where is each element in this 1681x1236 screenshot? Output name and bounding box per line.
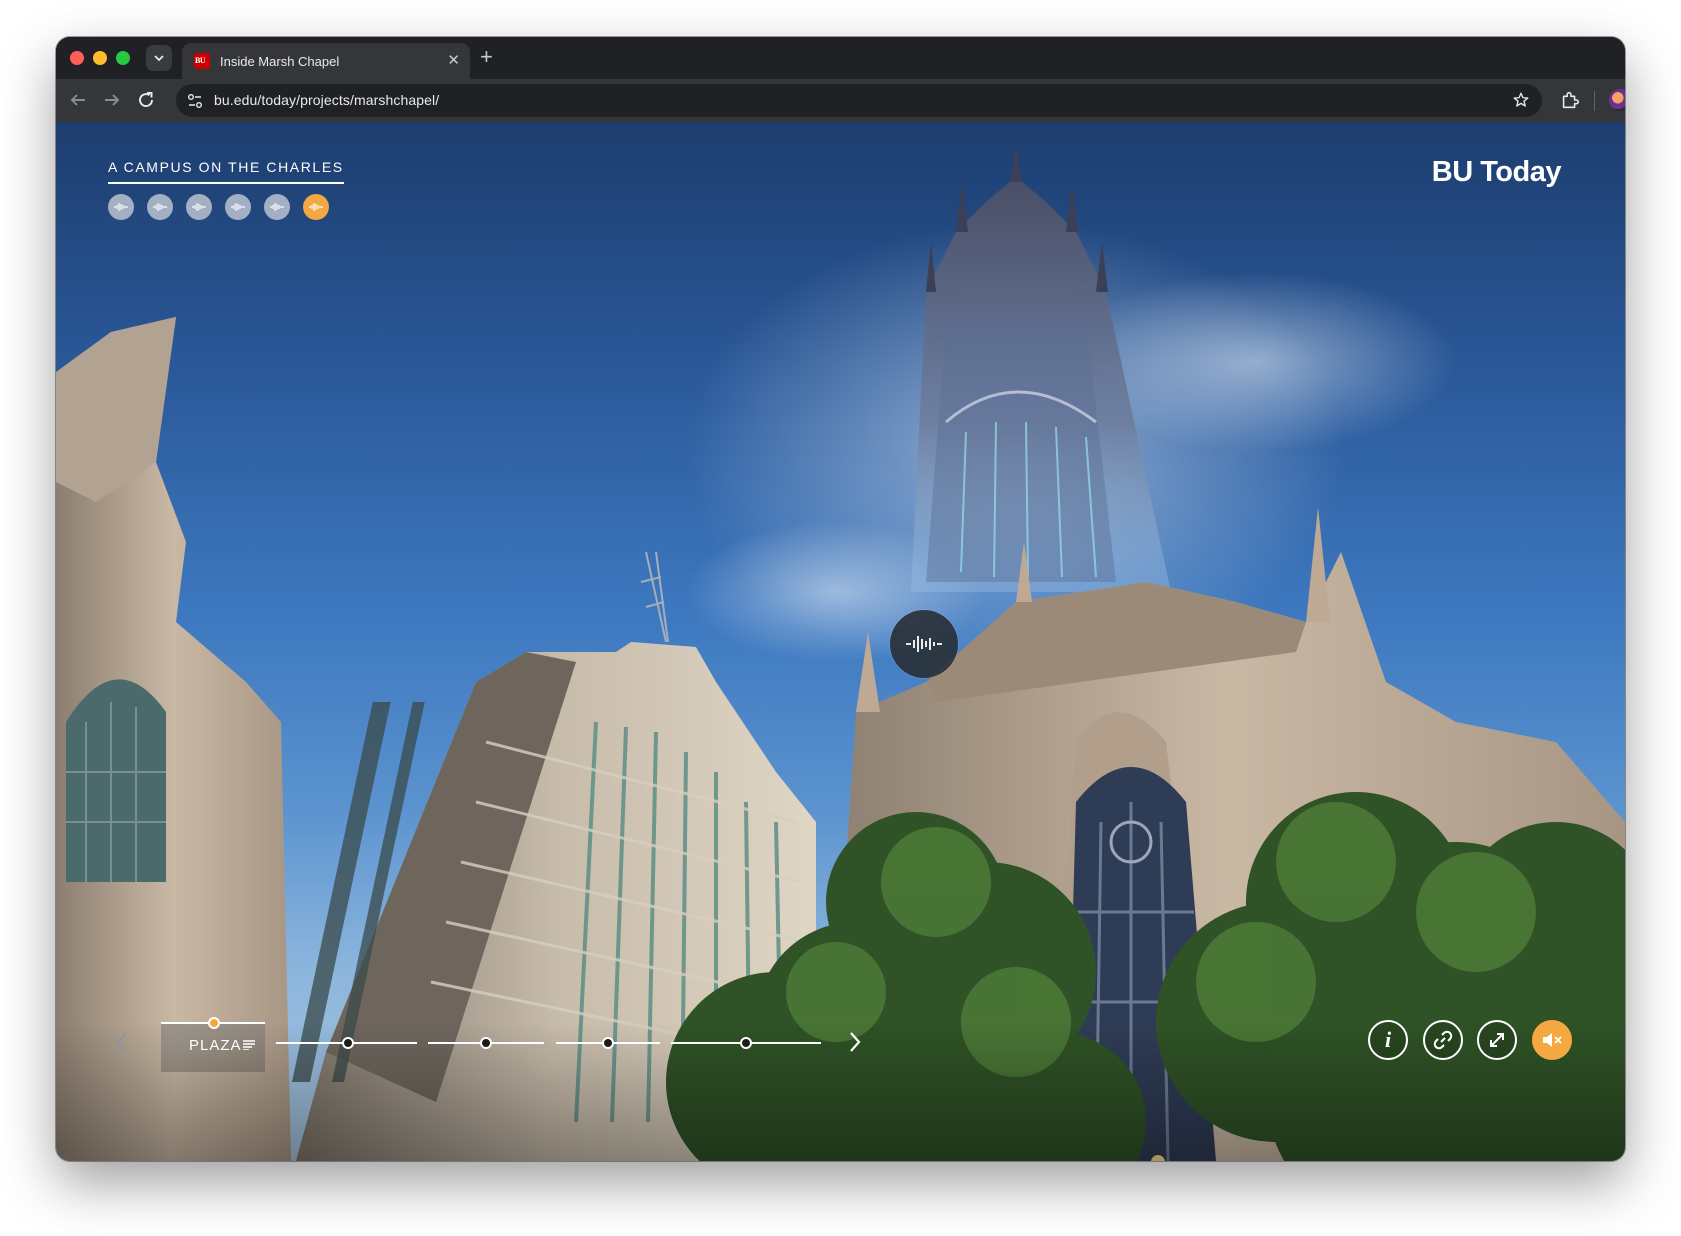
tab-active[interactable]: BU Inside Marsh Chapel ✕ [182, 43, 470, 79]
url-text: bu.edu/today/projects/marshchapel/ [214, 92, 439, 108]
audio-point-4[interactable] [225, 194, 251, 220]
audio-hotspot-button[interactable] [890, 610, 958, 678]
bu-today-logo[interactable]: BU Today [1432, 156, 1562, 189]
audio-wave-icon [192, 203, 206, 211]
fullscreen-button[interactable] [1477, 1020, 1517, 1060]
chevron-left-icon[interactable] [114, 1030, 130, 1054]
audio-wave-icon [114, 203, 128, 211]
back-icon[interactable] [66, 88, 90, 112]
plus-icon[interactable]: + [480, 46, 493, 68]
chevron-down-icon [154, 55, 164, 62]
audio-wave-icon [153, 203, 167, 211]
chapter-node-3[interactable] [602, 1037, 614, 1049]
chapter-marker [208, 1017, 220, 1029]
mute-icon [1543, 1033, 1562, 1047]
tab-title: Inside Marsh Chapel [220, 54, 340, 69]
url-host: bu.edu [214, 92, 258, 108]
marsh-chapel-panorama [56, 142, 1625, 1161]
link-icon [1433, 1030, 1453, 1050]
close-window-button[interactable] [70, 51, 84, 65]
section-eyebrow: A CAMPUS ON THE CHARLES [108, 159, 344, 184]
browser-window: BU Inside Marsh Chapel ✕ + bu.edu/today/… [56, 37, 1625, 1161]
minimize-window-button[interactable] [93, 51, 107, 65]
url-path: /today/projects/marshchapel/ [257, 92, 440, 108]
audio-wave-icon [906, 636, 942, 652]
close-icon[interactable]: ✕ [447, 52, 460, 70]
toolbar: bu.edu/today/projects/marshchapel/ [56, 79, 1625, 122]
audio-wave-icon [309, 203, 323, 211]
forward-icon[interactable] [100, 88, 124, 112]
audio-wave-icon [270, 203, 284, 211]
audio-points [108, 194, 329, 220]
tab-strip: BU Inside Marsh Chapel ✕ + [56, 37, 1625, 79]
chapter-tab-plaza[interactable]: PLAZA [161, 1017, 265, 1072]
star-icon[interactable] [1512, 91, 1530, 109]
site-info-icon[interactable] [186, 92, 204, 110]
bu-favicon-icon: BU [194, 53, 210, 69]
virtual-tour-viewer[interactable]: A CAMPUS ON THE CHARLES BU Today PLAZA i [56, 122, 1625, 1161]
audio-point-1[interactable] [108, 194, 134, 220]
info-button[interactable]: i [1368, 1020, 1408, 1060]
info-icon: i [1384, 1027, 1392, 1052]
toolbar-divider [1594, 91, 1595, 111]
text-lines-icon [243, 1040, 255, 1050]
audio-point-6-active[interactable] [303, 194, 329, 220]
tab-search-button[interactable] [146, 45, 172, 71]
address-bar[interactable]: bu.edu/today/projects/marshchapel/ [176, 84, 1542, 117]
audio-point-5[interactable] [264, 194, 290, 220]
audio-wave-icon [231, 203, 245, 211]
share-link-button[interactable] [1423, 1020, 1463, 1060]
chapter-label: PLAZA [189, 1037, 242, 1054]
audio-point-3[interactable] [186, 194, 212, 220]
chevron-right-icon[interactable] [847, 1030, 863, 1054]
chapter-node-4[interactable] [740, 1037, 752, 1049]
fullscreen-icon [1490, 1033, 1504, 1047]
profile-avatar[interactable] [1609, 89, 1625, 111]
zoom-window-button[interactable] [116, 51, 130, 65]
mute-button[interactable] [1532, 1020, 1572, 1060]
reload-icon[interactable] [134, 88, 158, 112]
chapter-node-1[interactable] [342, 1037, 354, 1049]
extensions-icon[interactable] [1559, 89, 1581, 111]
audio-point-2[interactable] [147, 194, 173, 220]
chapter-node-2[interactable] [480, 1037, 492, 1049]
